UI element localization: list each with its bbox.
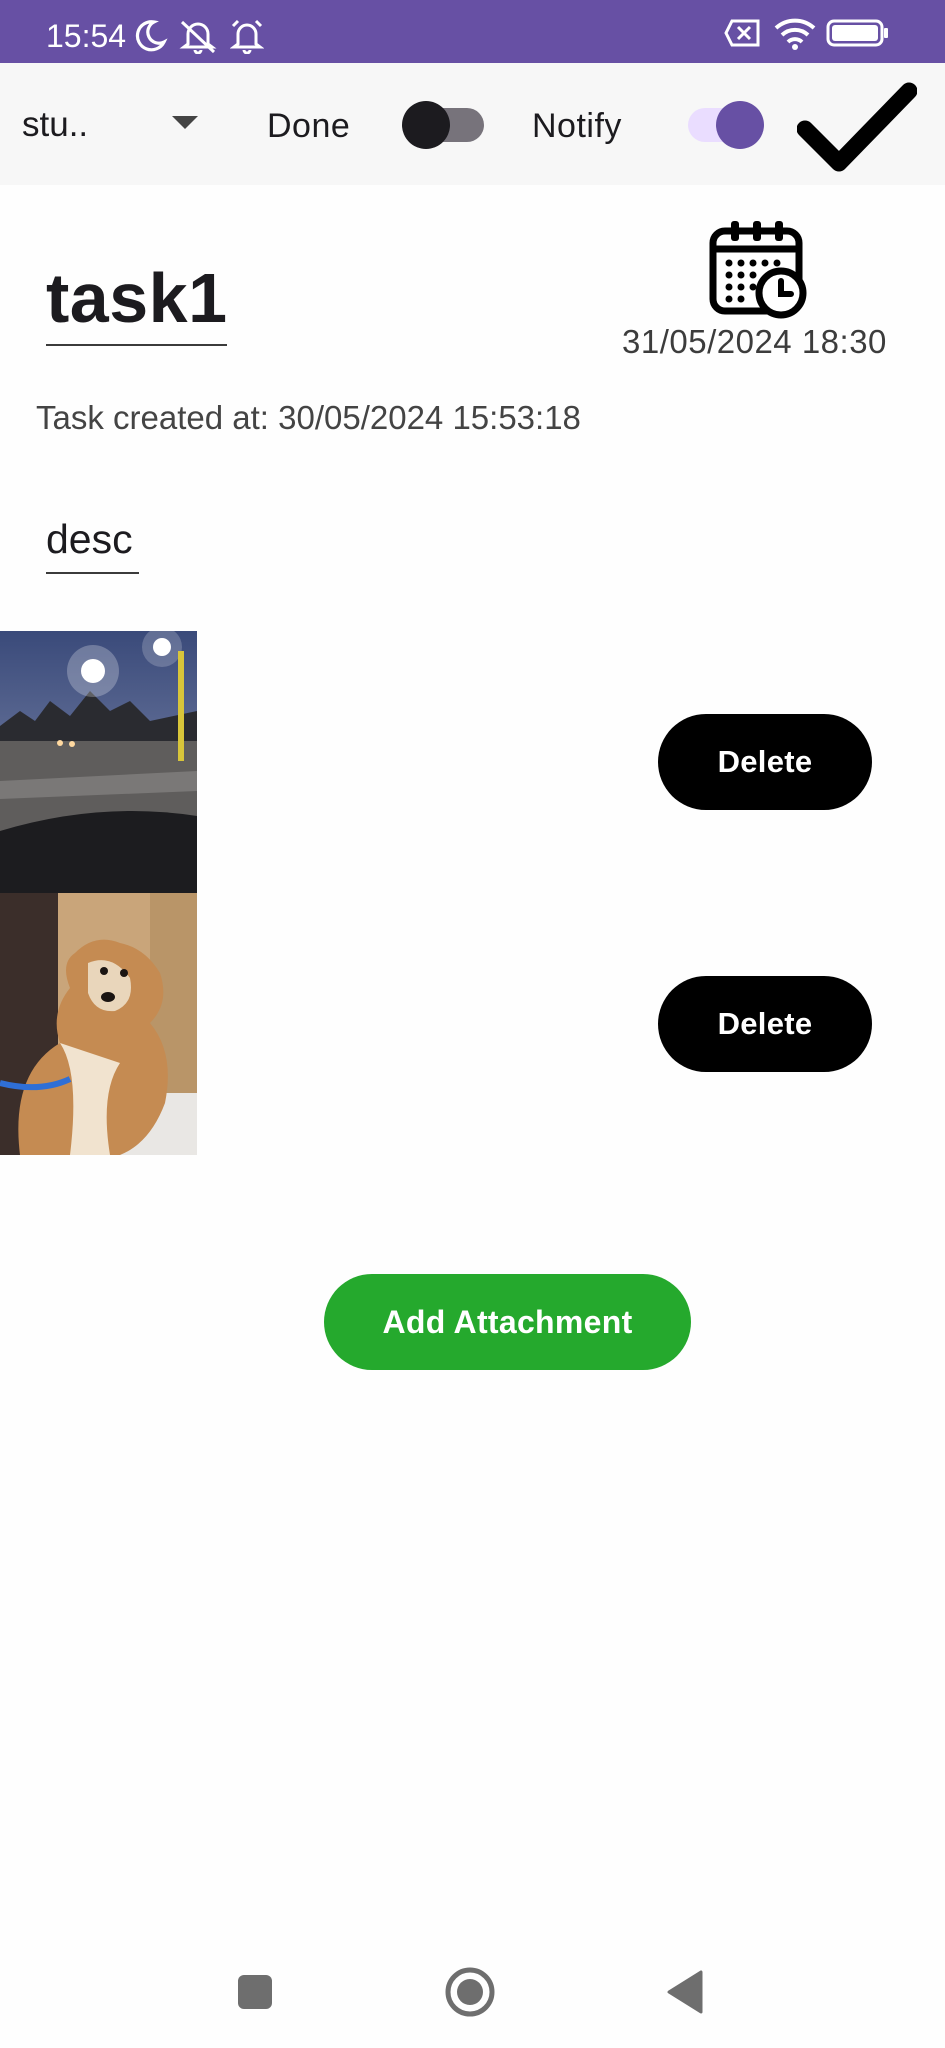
notify-toggle-thumb: [716, 101, 764, 149]
calendar-icon[interactable]: [707, 219, 807, 319]
task-title-field[interactable]: task1: [46, 258, 228, 338]
category-value: stu..: [22, 105, 89, 144]
toolbar: stu.. Done Notify: [0, 63, 945, 185]
chevron-down-icon: [172, 116, 198, 129]
notify-label: Notify: [532, 107, 622, 145]
description-underline: [46, 572, 139, 574]
status-bar: 15:54: [0, 0, 945, 63]
due-date: 31/05/2024 18:30: [622, 323, 887, 360]
status-time: 15:54: [46, 18, 127, 54]
notifications-off-icon: [179, 20, 217, 54]
delete-attachment-button[interactable]: Delete: [658, 714, 872, 810]
moon-icon: [135, 20, 168, 52]
home-icon[interactable]: [444, 1966, 496, 2018]
add-attachment-button[interactable]: Add Attachment: [324, 1274, 691, 1370]
done-label: Done: [267, 107, 351, 145]
dog-photo[interactable]: [0, 893, 197, 1155]
alarm-icon: [230, 19, 264, 54]
wifi-icon: [774, 18, 816, 50]
delete-attachment-button[interactable]: Delete: [658, 976, 872, 1072]
category-dropdown[interactable]: stu..: [0, 83, 210, 163]
created-at-text: Task created at: 30/05/2024 15:53:18: [36, 399, 581, 436]
done-toggle-thumb: [402, 101, 450, 149]
done-toggle[interactable]: [402, 100, 484, 150]
checkmark-icon[interactable]: [797, 79, 917, 175]
night-road-photo[interactable]: [0, 631, 197, 893]
battery-icon: [826, 19, 888, 47]
no-sim-icon: [724, 19, 760, 47]
back-icon[interactable]: [665, 1970, 705, 2014]
recents-icon[interactable]: [238, 1975, 272, 2009]
description-field[interactable]: desc: [46, 516, 133, 563]
title-underline: [46, 344, 227, 346]
notify-toggle[interactable]: [686, 100, 768, 150]
